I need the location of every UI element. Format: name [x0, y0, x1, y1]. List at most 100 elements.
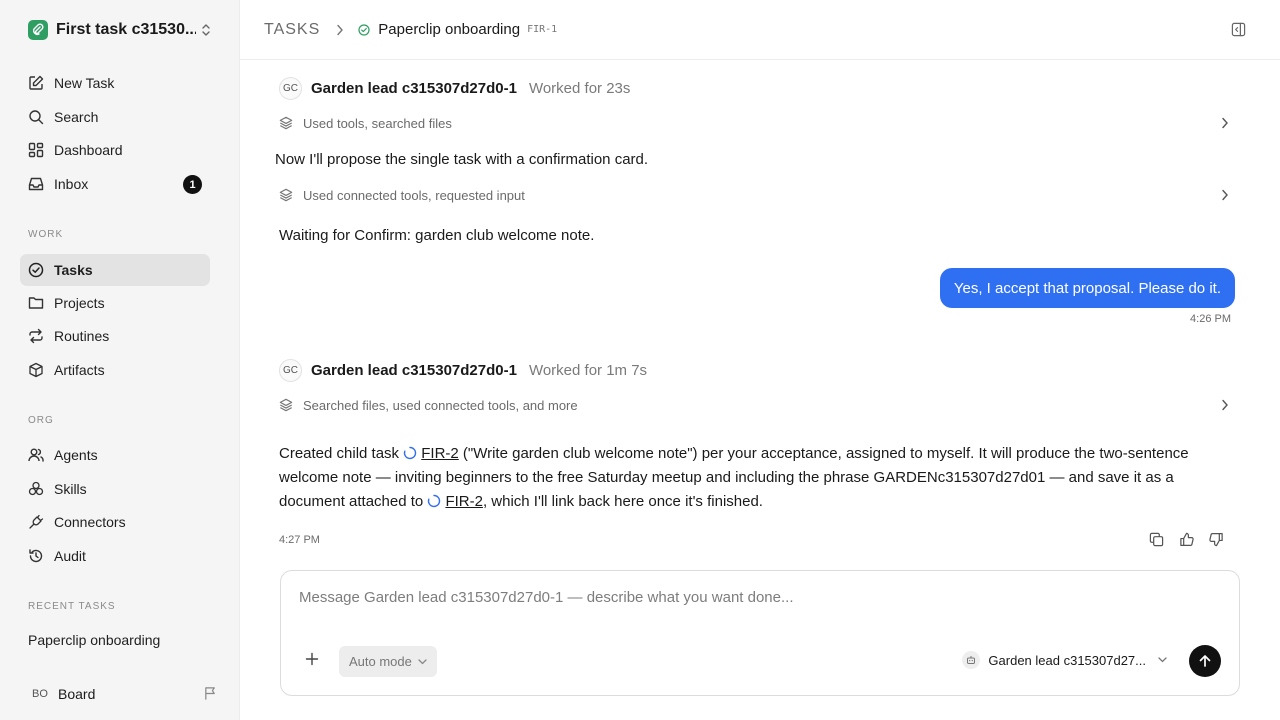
done-status-icon: [358, 23, 370, 36]
history-icon: [29, 549, 43, 563]
section-work-header: WORK: [28, 229, 64, 240]
repeat-icon: [29, 328, 43, 344]
nav-artifacts[interactable]: Artifacts: [20, 354, 210, 386]
mode-selector[interactable]: Auto mode: [339, 646, 437, 677]
nav-label: Tasks: [54, 262, 93, 278]
nav-label: New Task: [54, 75, 115, 91]
board-account[interactable]: BO Board: [28, 682, 218, 706]
mode-label: Auto mode: [349, 654, 412, 669]
nav-label: Agents: [54, 447, 98, 463]
tool-activity-row[interactable]: Searched files, used connected tools, an…: [279, 395, 1235, 415]
inbox-count-badge: 1: [183, 175, 202, 194]
tool-summary: Searched files, used connected tools, an…: [303, 397, 578, 413]
agent-name: Garden lead c315307d27d0-1: [311, 79, 517, 97]
breadcrumb: TASKS Paperclip onboarding FIR-1: [240, 0, 1280, 60]
plug-icon: [29, 514, 44, 529]
user-message-bubble: Yes, I accept that proposal. Please do i…: [939, 268, 1235, 308]
nav-label: Skills: [54, 481, 87, 497]
dashboard-icon: [28, 142, 44, 158]
chevron-up-down-icon: [202, 24, 210, 36]
chevron-down-icon: [418, 658, 427, 664]
bot-icon: [962, 651, 981, 669]
chevron-right-icon: [337, 24, 344, 35]
avatar: GC: [279, 76, 302, 100]
layers-icon: [279, 116, 293, 130]
message-segment: Created child task: [279, 445, 404, 462]
recent-task-item[interactable]: Paperclip onboarding: [28, 632, 160, 648]
send-button[interactable]: [1189, 645, 1221, 677]
tool-summary: Used connected tools, requested input: [303, 187, 525, 203]
panel-toggle-icon[interactable]: [1231, 22, 1246, 37]
in-progress-status-icon: [404, 446, 417, 460]
agent-message-text: Created child task FIR-2 ("Write garden …: [279, 442, 1219, 514]
nav-inbox[interactable]: Inbox 1: [20, 168, 210, 200]
nav-connectors[interactable]: Connectors: [20, 506, 210, 538]
flag-icon[interactable]: [203, 686, 218, 701]
chevron-right-icon: [1222, 189, 1228, 201]
work-duration: Worked for 1m 7s: [528, 361, 648, 379]
inbox-icon: [28, 177, 44, 191]
search-icon: [29, 110, 44, 125]
nav-label: Projects: [54, 295, 105, 311]
nav-tasks[interactable]: Tasks: [20, 254, 210, 286]
message-segment: , which I'll link back here once it's fi…: [482, 493, 763, 510]
agent-selector-label: Garden lead c315307d27...: [988, 652, 1146, 668]
nav-label: Connectors: [54, 514, 126, 530]
nav-label: Routines: [54, 328, 110, 344]
thumbs-down-icon[interactable]: [1209, 532, 1224, 547]
message-input[interactable]: [299, 589, 1199, 606]
agent-selector[interactable]: Garden lead c315307d27...: [962, 651, 1167, 669]
thumbs-up-icon[interactable]: [1179, 532, 1194, 547]
edit-icon: [29, 75, 44, 90]
copy-icon[interactable]: [1149, 532, 1164, 547]
tool-activity-row[interactable]: Used connected tools, requested input: [279, 185, 1235, 205]
task-link-fir-2[interactable]: FIR-2: [421, 445, 459, 462]
nav-projects[interactable]: Projects: [20, 287, 210, 319]
paperclip-logo-icon: [28, 20, 48, 40]
nav-label: Audit: [54, 548, 86, 564]
agent-message-header: GC Garden lead c315307d27d0-1 Worked for…: [279, 358, 647, 382]
skills-icon: [28, 481, 44, 496]
layers-icon: [279, 188, 293, 202]
message-timestamp: 4:26 PM: [1190, 313, 1231, 325]
task-id: FIR-1: [527, 24, 558, 35]
chevron-down-icon: [1158, 657, 1167, 663]
nav-dashboard[interactable]: Dashboard: [20, 134, 210, 166]
nav-skills[interactable]: Skills: [20, 473, 210, 505]
workspace-name: First task c31530...: [56, 21, 196, 38]
tool-summary: Used tools, searched files: [303, 115, 452, 131]
folder-icon: [28, 297, 44, 309]
nav-label: Inbox: [54, 176, 89, 192]
waiting-status-text: Waiting for Confirm: garden club welcome…: [279, 227, 595, 244]
avatar: GC: [279, 358, 302, 382]
agent-message-header: GC Garden lead c315307d27d0-1 Worked for…: [279, 76, 630, 100]
agent-message-text: Now I'll propose the single task with a …: [275, 151, 649, 168]
breadcrumb-tasks-link[interactable]: TASKS: [264, 21, 320, 39]
nav-routines[interactable]: Routines: [20, 320, 210, 352]
box-icon: [29, 362, 43, 378]
add-attachment-icon[interactable]: [305, 652, 319, 666]
arrow-up-icon: [1199, 655, 1211, 667]
nav-label: Search: [54, 109, 99, 125]
nav-search[interactable]: Search: [20, 101, 210, 133]
message-timestamp: 4:27 PM: [279, 534, 320, 546]
tool-activity-row[interactable]: Used tools, searched files: [279, 113, 1235, 133]
workspace-switcher[interactable]: First task c31530...: [20, 14, 216, 46]
sidebar: First task c31530... New Task Search Das…: [0, 0, 240, 720]
task-link-fir-2[interactable]: FIR-2: [445, 493, 483, 510]
check-circle-icon: [28, 262, 44, 278]
in-progress-status-icon: [428, 494, 441, 508]
agent-name: Garden lead c315307d27d0-1: [311, 361, 517, 379]
message-composer: Auto mode Garden lead c315307d27...: [280, 570, 1240, 696]
nav-label: Artifacts: [54, 362, 105, 378]
work-duration: Worked for 23s: [528, 79, 631, 97]
nav-new-task[interactable]: New Task: [20, 67, 210, 99]
chevron-right-icon: [1222, 399, 1228, 411]
nav-audit[interactable]: Audit: [20, 540, 210, 572]
avatar: BO: [32, 688, 48, 700]
board-label: Board: [58, 686, 96, 702]
page-title: Paperclip onboarding: [378, 21, 521, 38]
nav-agents[interactable]: Agents: [20, 439, 210, 471]
users-icon: [28, 448, 44, 462]
chevron-right-icon: [1222, 117, 1228, 129]
